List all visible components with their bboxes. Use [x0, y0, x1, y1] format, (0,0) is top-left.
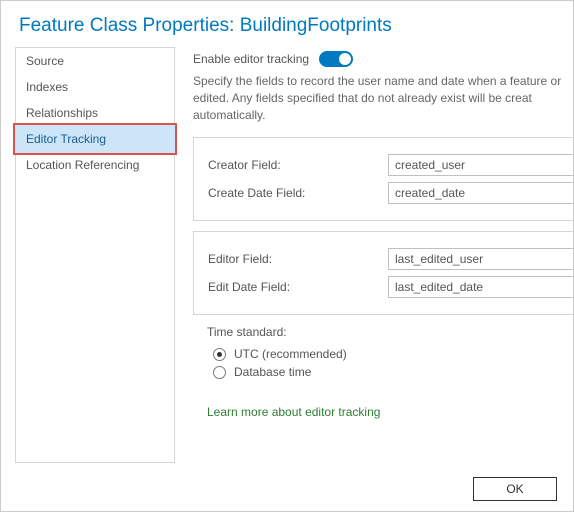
time-standard-label: Time standard: [207, 325, 573, 339]
sidebar: Source Indexes Relationships Editor Trac… [15, 47, 175, 463]
create-date-field-row: Create Date Field: [208, 182, 573, 204]
editor-field-group: Editor Field: Edit Date Field: [193, 231, 573, 315]
create-date-field-label: Create Date Field: [208, 186, 388, 200]
button-bar: OK [473, 477, 557, 501]
sidebar-item-location-referencing[interactable]: Location Referencing [16, 152, 174, 178]
radio-utc[interactable] [213, 348, 226, 361]
description-text: Specify the fields to record the user na… [193, 73, 573, 123]
edit-date-field-label: Edit Date Field: [208, 280, 388, 294]
properties-dialog: Feature Class Properties: BuildingFootpr… [0, 0, 574, 512]
enable-label: Enable editor tracking [193, 52, 309, 66]
radio-database[interactable] [213, 366, 226, 379]
create-date-field-input[interactable] [388, 182, 573, 204]
dialog-body: Source Indexes Relationships Editor Trac… [1, 47, 573, 463]
ok-button[interactable]: OK [473, 477, 557, 501]
creator-field-row: Creator Field: [208, 154, 573, 176]
enable-row: Enable editor tracking [193, 51, 573, 67]
sidebar-item-source[interactable]: Source [16, 48, 174, 74]
edit-date-field-row: Edit Date Field: [208, 276, 573, 298]
creator-field-group: Creator Field: Create Date Field: [193, 137, 573, 221]
radio-database-label: Database time [234, 365, 311, 379]
learn-more-link[interactable]: Learn more about editor tracking [207, 405, 380, 419]
edit-date-field-input[interactable] [388, 276, 573, 298]
radio-utc-label: UTC (recommended) [234, 347, 347, 361]
enable-toggle[interactable] [319, 51, 353, 67]
sidebar-item-indexes[interactable]: Indexes [16, 74, 174, 100]
dialog-title: Feature Class Properties: BuildingFootpr… [1, 1, 573, 47]
sidebar-item-relationships[interactable]: Relationships [16, 100, 174, 126]
radio-database-row[interactable]: Database time [213, 365, 573, 379]
sidebar-item-editor-tracking[interactable]: Editor Tracking [15, 125, 175, 153]
radio-utc-row[interactable]: UTC (recommended) [213, 347, 573, 361]
content-panel: Enable editor tracking Specify the field… [193, 47, 573, 463]
editor-field-row: Editor Field: [208, 248, 573, 270]
editor-field-input[interactable] [388, 248, 573, 270]
creator-field-label: Creator Field: [208, 158, 388, 172]
editor-field-label: Editor Field: [208, 252, 388, 266]
creator-field-input[interactable] [388, 154, 573, 176]
